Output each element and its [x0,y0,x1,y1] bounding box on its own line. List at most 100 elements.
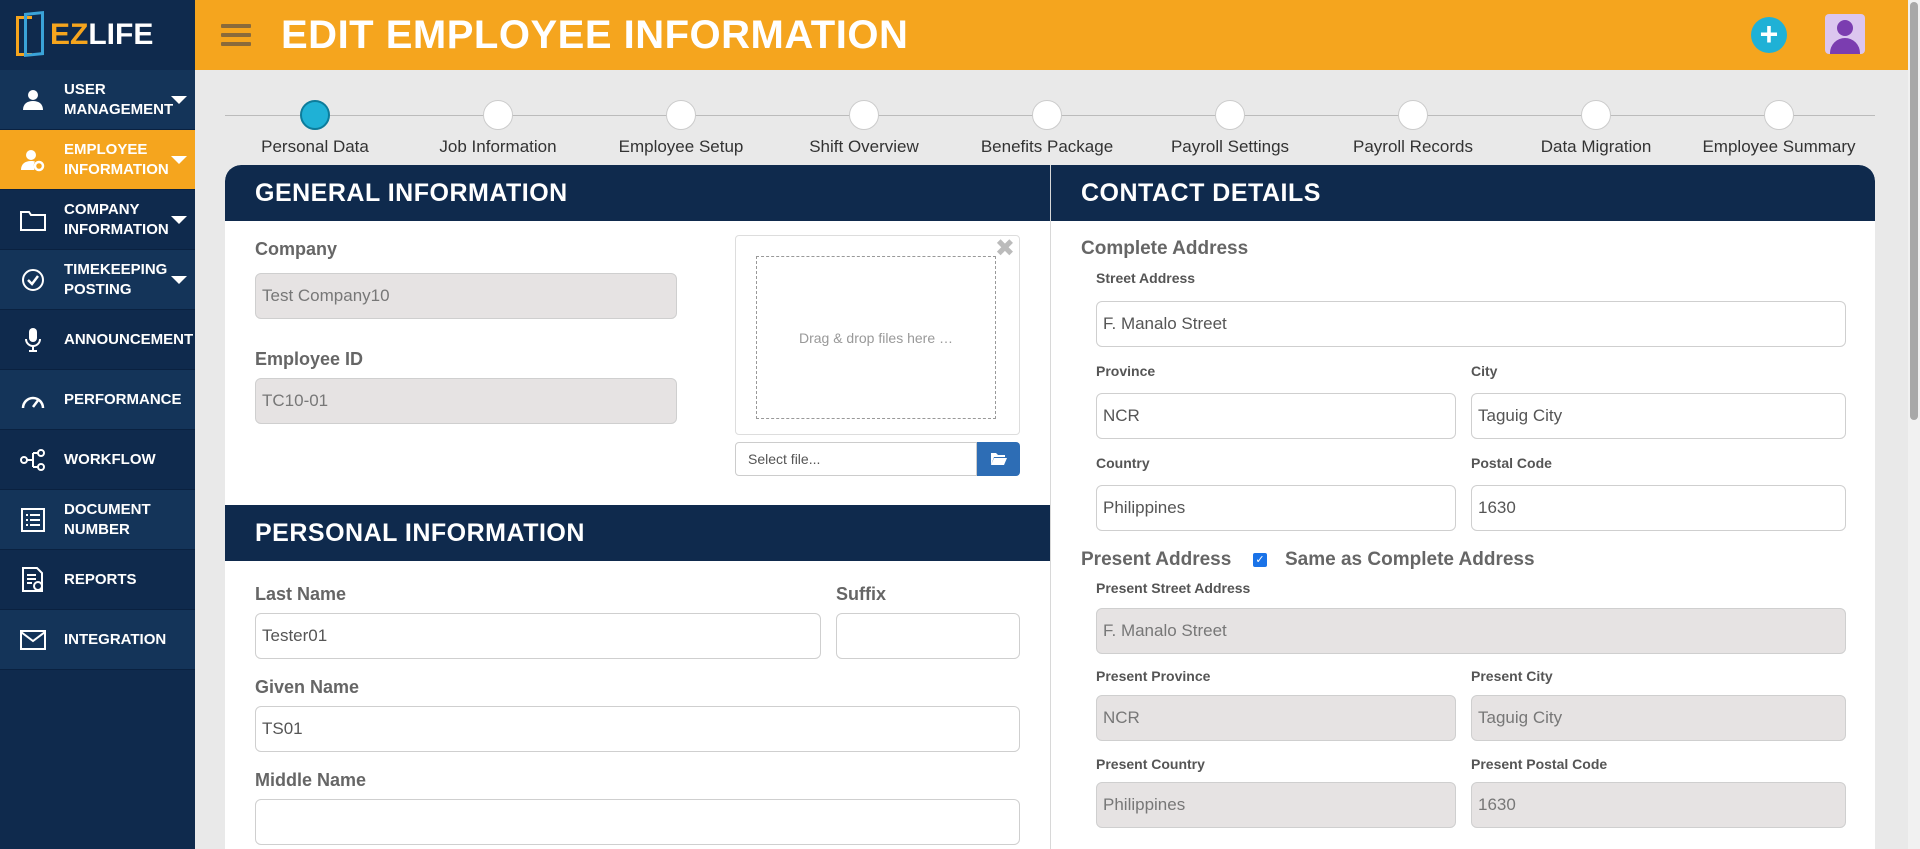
given-name-label: Given Name [255,677,360,697]
step-label: Employee Setup [618,137,744,156]
user-avatar[interactable] [1825,14,1865,54]
last-name-label: Last Name [255,584,347,604]
app-logo[interactable]: EZLIFE [0,0,195,70]
hamburger-menu-icon[interactable] [221,19,251,51]
step-payroll-records[interactable]: Payroll Records [1323,100,1503,157]
present-province-label: Present Province [1096,668,1211,684]
page-scrollbar[interactable] [1908,0,1920,849]
suffix-label: Suffix [836,584,887,604]
step-dot [483,100,513,130]
province-label: Province [1096,363,1156,379]
company-field[interactable]: Test Company10 [255,273,677,319]
sidebar-item-document-number[interactable]: DOCUMENT NUMBER [0,490,195,550]
postal-code-label: Postal Code [1471,455,1552,471]
step-shift-overview[interactable]: Shift Overview [774,100,954,157]
same-as-label[interactable]: Same as Complete Address [1285,549,1535,571]
add-button[interactable]: + [1751,17,1787,53]
sidebar-item-timekeeping-posting[interactable]: TIMEKEEPING POSTING [0,250,195,310]
step-label: Data Migration [1540,137,1652,156]
select-file-input[interactable]: Select file... [735,442,977,476]
logo-icon [14,10,48,60]
sidebar-item-label: COMPANY [64,200,140,218]
given-name-field[interactable]: TS01 [255,706,1020,752]
present-city-field[interactable]: Taguig City [1471,695,1846,741]
present-province-field[interactable]: NCR [1096,695,1456,741]
present-street-field[interactable]: F. Manalo Street [1096,608,1846,654]
step-dot [1032,100,1062,130]
present-postal-label: Present Postal Code [1471,756,1608,772]
sidebar-item-reports[interactable]: REPORTS [0,550,195,610]
sidebar-item-user-management[interactable]: USER MANAGEMENT [0,70,195,130]
sidebar-item-label: NUMBER [64,520,130,538]
sidebar-item-label: POSTING [64,280,132,298]
caret-down-icon [171,96,187,104]
step-label: Personal Data [261,137,369,156]
step-personal-data[interactable]: Personal Data [225,100,405,157]
microphone-icon [18,325,48,355]
present-country-field[interactable]: Philippines [1096,782,1456,828]
sidebar-item-label: PERFORMANCE [64,390,182,408]
city-field[interactable]: Taguig City [1471,393,1846,439]
present-country-label: Present Country [1096,756,1205,772]
sidebar-item-announcement[interactable]: ANNOUNCEMENT [0,310,195,370]
street-address-field[interactable]: F. Manalo Street [1096,301,1846,347]
step-dot [1581,100,1611,130]
sidebar: EZLIFE USER MANAGEMENT EMPLOYEE INFORMATIO… [0,0,195,849]
check-circle-icon [18,265,48,295]
postal-code-field[interactable]: 1630 [1471,485,1846,531]
user-icon [18,85,48,115]
folder-open-icon [990,453,1007,465]
sidebar-item-performance[interactable]: PERFORMANCE [0,370,195,430]
sidebar-item-workflow[interactable]: WORKFLOW [0,430,195,490]
step-label: Shift Overview [809,137,919,156]
file-dropzone[interactable]: Drag & drop files here … ✖ [735,235,1020,435]
step-label: Employee Summary [1702,137,1856,156]
sidebar-item-label: WORKFLOW [64,450,156,468]
province-field[interactable]: NCR [1096,393,1456,439]
complete-address-heading: Complete Address [1081,238,1249,259]
sidebar-item-label: ANNOUNCEMENT [64,330,194,348]
sidebar-item-employee-information[interactable]: EMPLOYEE INFORMATION [0,130,195,190]
sidebar-item-label: REPORTS [64,570,137,588]
company-label: Company [255,239,338,259]
wizard-steps: Personal Data Job Information Employee S… [225,98,1875,158]
panel-title: PERSONAL INFORMATION [225,505,1050,561]
step-job-information[interactable]: Job Information [408,100,588,157]
report-icon [18,565,48,595]
browse-folder-button[interactable] [977,442,1020,476]
street-address-label: Street Address [1096,270,1196,286]
contact-details-panel: CONTACT DETAILS Complete Address Street … [1050,165,1875,849]
suffix-field[interactable] [836,613,1020,659]
step-data-migration[interactable]: Data Migration [1506,100,1686,157]
scrollbar-thumb[interactable] [1910,2,1918,420]
step-label: Benefits Package [980,137,1114,156]
caret-down-icon [171,216,187,224]
middle-name-label: Middle Name [255,770,367,790]
panel-title: GENERAL INFORMATION [225,165,1050,221]
workflow-icon [18,445,48,475]
page-title: EDIT EMPLOYEE INFORMATION [281,12,909,57]
present-address-heading: Present Address [1081,549,1232,570]
sidebar-item-label: INFORMATION [64,220,169,238]
country-field[interactable]: Philippines [1096,485,1456,531]
employee-id-field[interactable]: TC10-01 [255,378,677,424]
present-postal-field[interactable]: 1630 [1471,782,1846,828]
step-payroll-settings[interactable]: Payroll Settings [1140,100,1320,157]
close-icon[interactable]: ✖ [995,234,1015,263]
same-as-checkbox[interactable]: ✓ [1253,553,1267,567]
step-employee-setup[interactable]: Employee Setup [591,100,771,157]
step-dot [666,100,696,130]
user-gear-icon [18,145,48,175]
gauge-icon [18,385,48,415]
step-benefits-package[interactable]: Benefits Package [957,100,1137,157]
last-name-field[interactable]: Tester01 [255,613,821,659]
step-employee-summary[interactable]: Employee Summary [1689,100,1869,157]
step-label: Job Information [439,137,557,156]
dropzone-text: Drag & drop files here … [756,256,996,419]
sidebar-item-company-information[interactable]: COMPANY INFORMATION [0,190,195,250]
step-label: Payroll Settings [1170,137,1290,156]
sidebar-item-integration[interactable]: INTEGRATION [0,610,195,670]
middle-name-field[interactable] [255,799,1020,845]
country-label: Country [1096,455,1150,471]
step-dot [1764,100,1794,130]
